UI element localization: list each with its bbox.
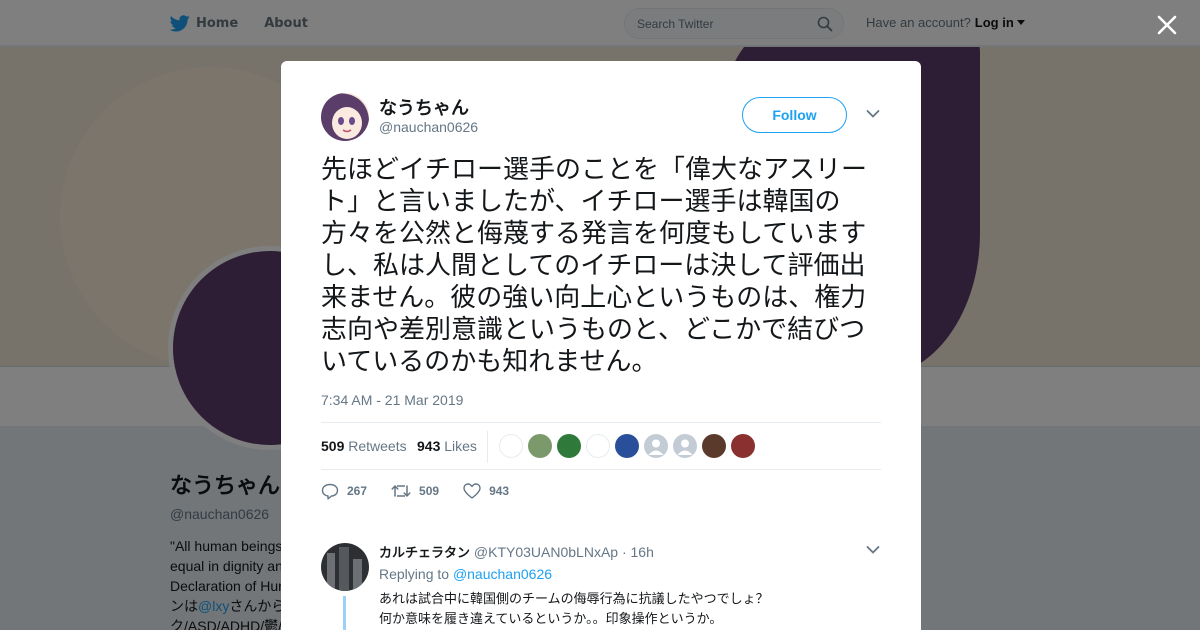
- default-avatar-icon[interactable]: [644, 434, 668, 458]
- likes-label: Likes: [444, 438, 477, 454]
- default-avatar-icon[interactable]: [673, 434, 697, 458]
- liker-avatars: [499, 434, 760, 458]
- likes-count: 943: [417, 438, 441, 454]
- text-avatar-icon[interactable]: [499, 434, 523, 458]
- stats-divider: [487, 431, 488, 463]
- user-handle[interactable]: @nauchan0626: [379, 119, 478, 135]
- retweets-stat[interactable]: 509 Retweets: [321, 438, 407, 454]
- avatar-icon[interactable]: [702, 434, 726, 458]
- heart-icon: [463, 483, 481, 499]
- avatar-art-building: [353, 559, 362, 591]
- replying-to-label: Replying to: [379, 566, 450, 582]
- reply-header: カルチェラタン @KTY03UAN0bLNxAp · 16h: [379, 542, 654, 561]
- retweet-action[interactable]: 509: [391, 483, 439, 499]
- reply-text-line: あれは試合中に韓国側のチームの侮辱行為に抗議したやつでしょ？: [379, 592, 769, 607]
- follow-button[interactable]: Follow: [742, 97, 847, 133]
- like-action[interactable]: 943: [463, 483, 509, 499]
- retweet-icon: [391, 485, 411, 497]
- user-avatar[interactable]: [321, 93, 369, 141]
- retweets-label: Retweets: [348, 438, 407, 454]
- close-icon[interactable]: [1155, 13, 1179, 37]
- tweet-stats: 509 Retweets 943 Likes: [321, 422, 881, 470]
- avatar-art-building: [339, 547, 349, 591]
- avatar-icon[interactable]: [615, 434, 639, 458]
- like-count: 943: [489, 484, 510, 498]
- reply-display-name[interactable]: カルチェラタン: [379, 546, 470, 561]
- reply-avatar[interactable]: [321, 543, 369, 591]
- avatar-icon[interactable]: [731, 434, 755, 458]
- reply-action[interactable]: 267: [321, 483, 367, 500]
- chevron-down-icon[interactable]: [866, 109, 880, 119]
- avatar-art-building: [327, 553, 335, 591]
- reply-handle[interactable]: @KTY03UAN0bLNxAp: [474, 544, 618, 560]
- display-name[interactable]: なうちゃん: [379, 94, 469, 120]
- replying-to-link[interactable]: @nauchan0626: [453, 566, 552, 582]
- avatar-icon[interactable]: [586, 434, 610, 458]
- reply-time[interactable]: · 16h: [622, 544, 654, 560]
- likes-stat[interactable]: 943 Likes: [417, 438, 477, 454]
- avatar-icon[interactable]: [557, 434, 581, 458]
- chevron-down-icon[interactable]: [866, 545, 880, 555]
- reply-text-line: 何か意味を履き違えているというか。。印象操作というか。: [379, 612, 723, 627]
- replying-to: Replying to @nauchan0626: [379, 566, 552, 582]
- tweet-text: 先ほどイチロー選手のことを「偉大なアスリート」と言いましたが、イチロー選手は韓国…: [321, 155, 868, 377]
- thread-line: [343, 596, 346, 630]
- reply-text: あれは試合中に韓国側のチームの侮辱行為に抗議したやつでしょ？ 何か意味を履き違え…: [379, 590, 859, 630]
- reply-count: 267: [347, 484, 368, 498]
- reply-icon: [321, 483, 339, 499]
- retweet-count: 509: [419, 484, 440, 498]
- tweet-timestamp[interactable]: 7:34 AM - 21 Mar 2019: [321, 392, 463, 408]
- avatar-icon[interactable]: [528, 434, 552, 458]
- tweet-modal: なうちゃん @nauchan0626 Follow 先ほどイチロー選手のことを「…: [281, 61, 921, 630]
- tweet-actions: 267 509 943: [321, 481, 533, 501]
- avatar-art-icon: [321, 93, 369, 141]
- retweets-count: 509: [321, 438, 345, 454]
